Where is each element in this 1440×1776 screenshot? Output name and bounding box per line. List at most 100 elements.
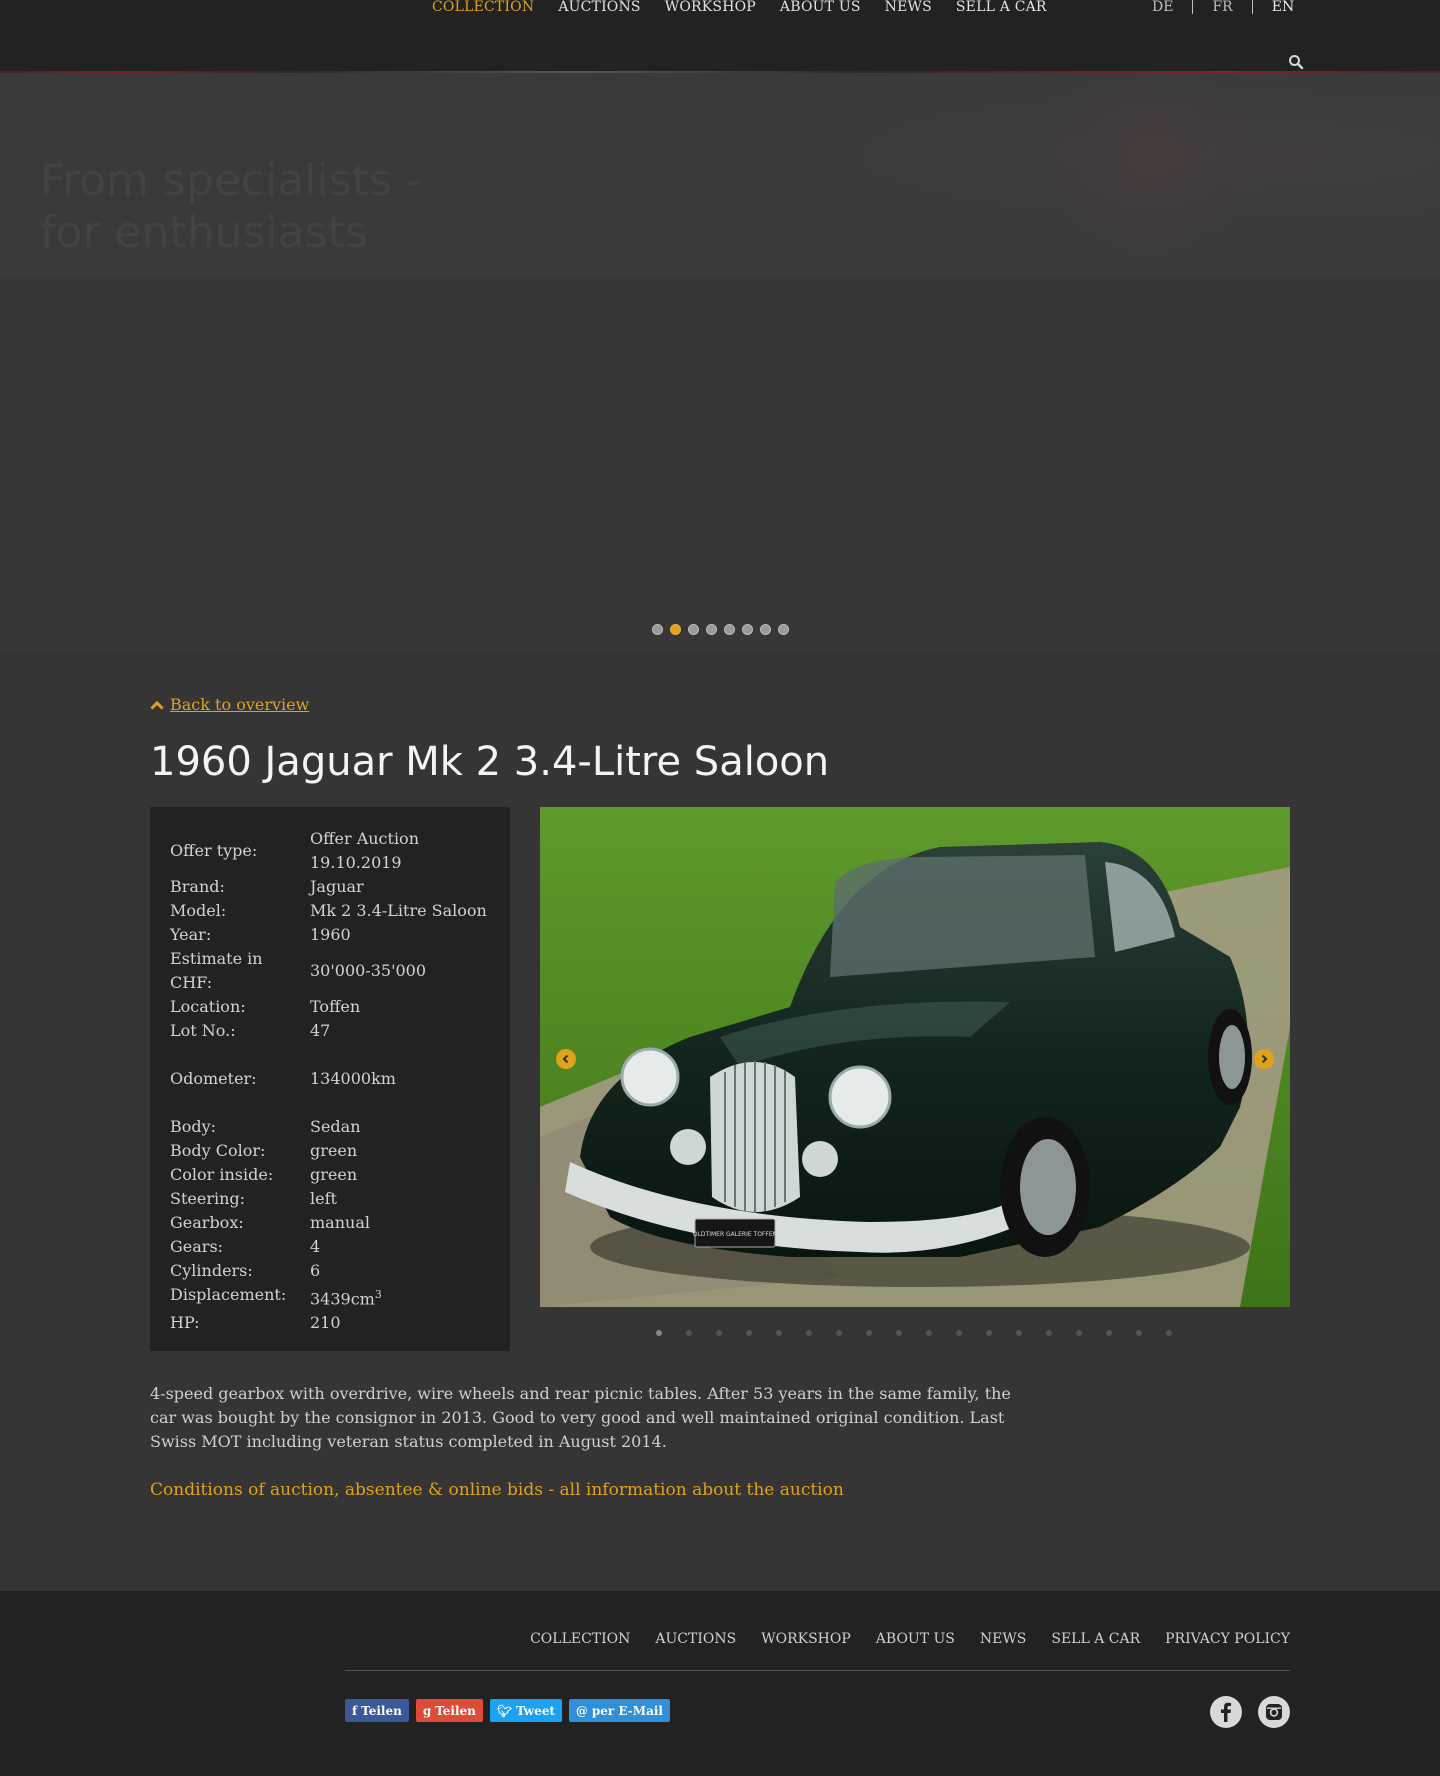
car-title: 1960 Jaguar Mk 2 3.4-Litre Saloon <box>150 739 830 785</box>
hero-title: From specialists - for enthusiasts <box>40 155 422 259</box>
photo-dot[interactable] <box>806 1330 812 1336</box>
hero-dot[interactable] <box>706 624 717 635</box>
spec-gearbox: Gearbox: manual <box>170 1211 510 1235</box>
photo-dot[interactable] <box>686 1330 692 1336</box>
hero-title-line1: From specialists - <box>40 155 422 206</box>
share-google-button[interactable]: g Teilen <box>415 1699 483 1722</box>
nav-workshop[interactable]: WORKSHOP <box>665 0 756 14</box>
hero-dot[interactable] <box>688 624 699 635</box>
twitter-icon: 🐦︎ <box>496 1703 513 1718</box>
spec-label: Body: <box>170 1117 217 1136</box>
photo-pagination <box>656 1330 1172 1336</box>
spec-model: Model: Mk 2 3.4-Litre Saloon <box>170 899 510 923</box>
photo-dot[interactable] <box>1016 1330 1022 1336</box>
photo-dot[interactable] <box>926 1330 932 1336</box>
footer-nav-workshop[interactable]: WORKSHOP <box>761 1629 851 1649</box>
back-label: Back to overview <box>170 695 310 714</box>
spec-location: Location: Toffen <box>170 995 510 1019</box>
photo-dot[interactable] <box>1106 1330 1112 1336</box>
spec-value: 47 <box>310 1021 331 1040</box>
photo-dot[interactable] <box>896 1330 902 1336</box>
spec-odometer: Odometer: 134000km <box>170 1067 510 1091</box>
spec-label: Offer type: <box>170 841 258 860</box>
spec-body: Body: Sedan <box>170 1115 510 1139</box>
hero-dot[interactable] <box>652 624 663 635</box>
share-twitter-button[interactable]: 🐦︎ Tweet <box>489 1699 562 1722</box>
search-icon[interactable] <box>1288 54 1304 70</box>
footer-nav: COLLECTION AUCTIONS WORKSHOP ABOUT US NE… <box>505 1629 1290 1649</box>
lang-fr[interactable]: FR <box>1212 0 1232 14</box>
photo-dot-active[interactable] <box>656 1330 662 1336</box>
spec-value: Toffen <box>310 997 361 1016</box>
spec-value: 30'000-35'000 <box>310 961 426 980</box>
photo-dot[interactable] <box>866 1330 872 1336</box>
nav-about-us[interactable]: ABOUT US <box>780 0 861 14</box>
spec-label: Brand: <box>170 877 225 896</box>
facebook-icon[interactable] <box>1210 1696 1242 1728</box>
photo-dot[interactable] <box>776 1330 782 1336</box>
footer-nav-about-us[interactable]: ABOUT US <box>876 1629 955 1649</box>
footer-nav-collection[interactable]: COLLECTION <box>530 1629 630 1649</box>
hero-dot-active[interactable] <box>670 624 681 635</box>
photo-prev-arrow[interactable] <box>556 1049 576 1069</box>
plate-text: OLDTIMER GALERIE TOFFEN <box>693 1231 777 1238</box>
footer: COLLECTION AUCTIONS WORKSHOP ABOUT US NE… <box>0 1591 1440 1776</box>
spec-label: Gears: <box>170 1237 224 1256</box>
spec-label: Cylinders: <box>170 1261 253 1280</box>
photo-dot[interactable] <box>1166 1330 1172 1336</box>
car-photo-slider: OLDTIMER GALERIE TOFFEN <box>540 807 1290 1307</box>
spec-label: Gearbox: <box>170 1213 244 1232</box>
spec-gears: Gears: 4 <box>170 1235 510 1259</box>
back-to-overview-link[interactable]: Back to overview <box>150 695 309 714</box>
footer-nav-privacy-policy[interactable]: PRIVACY POLICY <box>1165 1629 1290 1649</box>
spec-label: Year: <box>170 925 212 944</box>
spec-value: 3439cm3 <box>310 1283 500 1311</box>
photo-dot[interactable] <box>746 1330 752 1336</box>
hero-slider: From specialists - for enthusiasts <box>0 73 1440 653</box>
nav-auctions[interactable]: AUCTIONS <box>558 0 640 14</box>
main-nav: COLLECTION AUCTIONS WORKSHOP ABOUT US NE… <box>432 0 1071 14</box>
lang-de[interactable]: DE <box>1152 0 1173 14</box>
photo-dot[interactable] <box>716 1330 722 1336</box>
estimate-label-line1: Estimate in <box>170 949 263 968</box>
google-plus-icon: g <box>422 1703 432 1718</box>
chevron-up-icon <box>150 700 164 710</box>
auction-info-link[interactable]: all information about the auction <box>560 1480 844 1500</box>
lang-en[interactable]: EN <box>1272 0 1294 14</box>
spec-label: Lot No.: <box>170 1021 236 1040</box>
hero-dot[interactable] <box>724 624 735 635</box>
footer-nav-news[interactable]: NEWS <box>980 1629 1026 1649</box>
share-facebook-button[interactable]: f Teilen <box>345 1699 409 1722</box>
photo-dot[interactable] <box>956 1330 962 1336</box>
nav-news[interactable]: NEWS <box>885 0 932 14</box>
footer-nav-auctions[interactable]: AUCTIONS <box>655 1629 736 1649</box>
specs-panel: Offer type: Offer Auction 19.10.2019 Bra… <box>150 807 510 1351</box>
spec-label: Odometer: <box>170 1069 257 1088</box>
photo-dot[interactable] <box>1136 1330 1142 1336</box>
spec-value: green <box>310 1165 358 1184</box>
car-description: 4-speed gearbox with overdrive, wire whe… <box>150 1384 1011 1451</box>
conditions-link[interactable]: Conditions of auction, absentee & online… <box>150 1480 543 1500</box>
spec-brand: Brand: Jaguar <box>170 875 510 899</box>
spec-offer-type: Offer type: Offer Auction 19.10.2019 <box>170 827 510 875</box>
spec-value: 4 <box>310 1237 321 1256</box>
nav-collection[interactable]: COLLECTION <box>432 0 534 14</box>
footer-nav-sell-a-car[interactable]: SELL A CAR <box>1051 1629 1140 1649</box>
hero-dot[interactable] <box>778 624 789 635</box>
spec-spacer <box>170 1091 510 1115</box>
spec-displacement: Displacement: 3439cm3 <box>170 1283 510 1311</box>
share-email-button[interactable]: @ per E-Mail <box>568 1699 670 1722</box>
instagram-icon[interactable] <box>1258 1696 1290 1728</box>
social-links <box>1210 1696 1290 1728</box>
links-separator: - <box>548 1480 555 1500</box>
photo-next-arrow[interactable] <box>1254 1049 1274 1069</box>
hero-dot[interactable] <box>742 624 753 635</box>
email-icon: @ <box>575 1703 588 1718</box>
photo-dot[interactable] <box>986 1330 992 1336</box>
hero-dot[interactable] <box>760 624 771 635</box>
photo-dot[interactable] <box>836 1330 842 1336</box>
nav-sell-a-car[interactable]: SELL A CAR <box>956 0 1047 14</box>
photo-dot[interactable] <box>1046 1330 1052 1336</box>
photo-dot[interactable] <box>1076 1330 1082 1336</box>
spec-value: 6 <box>310 1261 321 1280</box>
